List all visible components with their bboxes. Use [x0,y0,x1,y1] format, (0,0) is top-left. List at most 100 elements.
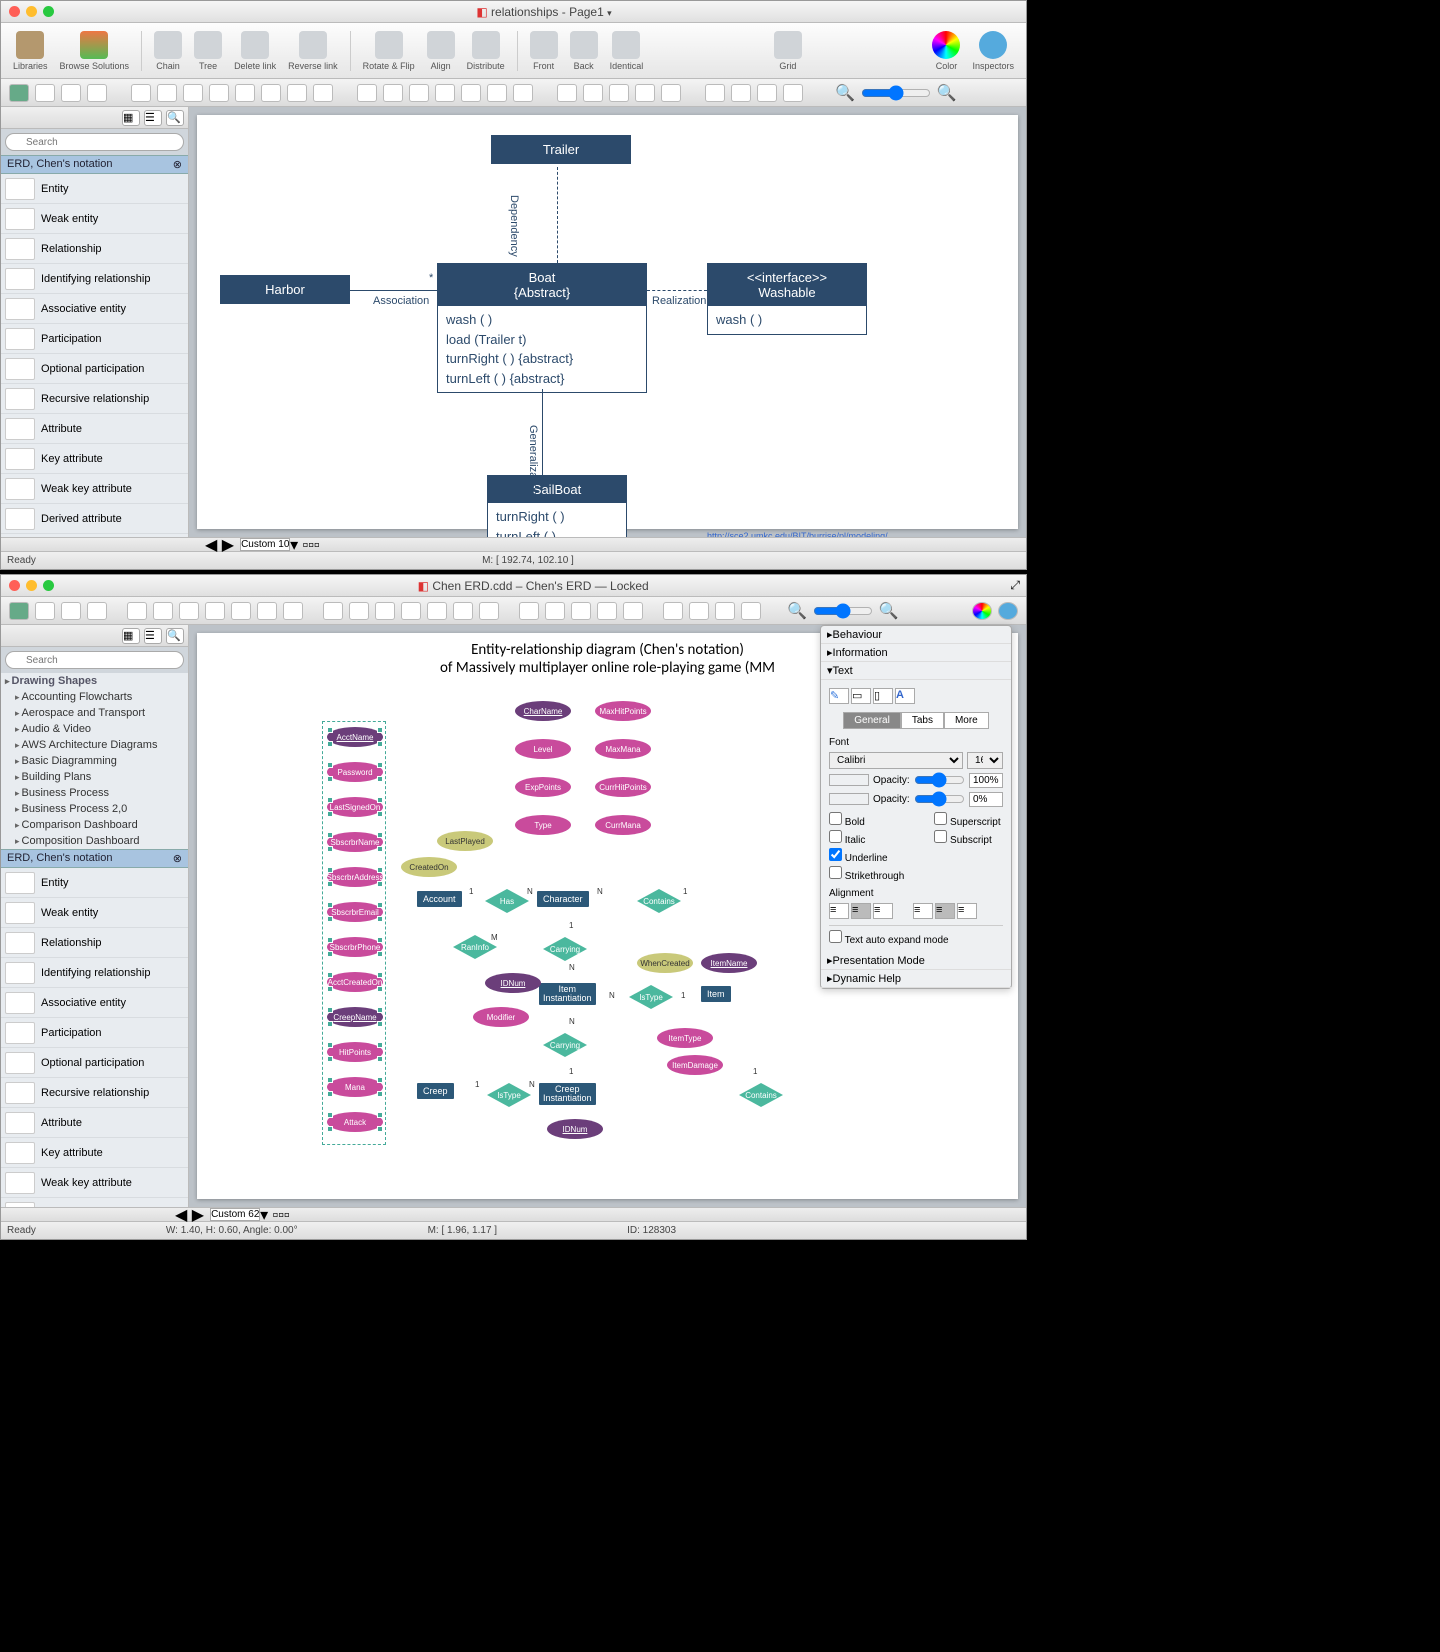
ortho1-icon[interactable] [557,84,577,102]
library-title[interactable]: ERD, Chen's notation⊗ [1,155,188,174]
entity-creep-inst[interactable]: Creep Instantiation [539,1083,596,1105]
list-view-icon[interactable]: ☰ [144,628,162,644]
entity-account[interactable]: Account [417,891,462,907]
c5-icon[interactable] [231,602,251,620]
attr-col3[interactable]: MaxMana [595,739,651,759]
sub-check[interactable] [934,830,947,843]
font-size-select[interactable]: 16 [967,752,1003,769]
lib-item[interactable]: Attribute [1,1108,188,1138]
zoom-minus-icon[interactable]: 🔍 [835,83,855,103]
lib-item[interactable]: Optional participation [1,354,188,384]
rel-contains[interactable]: Contains [637,889,681,913]
rotate-flip-button[interactable]: Rotate & Flip [363,31,415,71]
lib-item[interactable]: Weak key attribute [1,474,188,504]
zoom-plus-icon[interactable]: 🔍 [879,601,899,621]
uml-boat[interactable]: Boat{Abstract} wash ( ) load (Trailer t)… [437,263,647,393]
attr-col3[interactable]: CurrHitPoints [595,777,651,797]
arrow7-icon[interactable] [513,84,533,102]
zoom-slider[interactable] [813,603,873,619]
attr-modifier[interactable]: Modifier [473,1007,529,1027]
o1-icon[interactable] [519,602,539,620]
connector4-icon[interactable] [209,84,229,102]
ortho4-icon[interactable] [635,84,655,102]
attr-col1[interactable]: Password [327,762,383,782]
connector7-icon[interactable] [287,84,307,102]
attr-itemname[interactable]: ItemName [701,953,757,973]
attr-col1[interactable]: Mana [327,1077,383,1097]
arrow3-icon[interactable] [409,84,429,102]
libraries-button[interactable]: Libraries [13,31,48,71]
uml-trailer[interactable]: Trailer [491,135,631,164]
connector5-icon[interactable] [235,84,255,102]
arrow4-icon[interactable] [435,84,455,102]
zoom-icon[interactable] [43,580,54,591]
zoom-minus-icon[interactable]: 🔍 [787,601,807,621]
back-button[interactable]: Back [570,31,598,71]
attr-col1[interactable]: CreepName [327,1007,383,1027]
attr-col2[interactable]: ExpPoints [515,777,571,797]
reverse-link-button[interactable]: Reverse link [288,31,338,71]
lib-item[interactable]: Multivalue attribute [1,534,188,537]
lib-item[interactable]: Relationship [1,234,188,264]
connector8-icon[interactable] [313,84,333,102]
tab-more[interactable]: More [944,712,989,729]
zoom-input[interactable] [240,538,290,551]
o2-icon[interactable] [545,602,565,620]
lib-item[interactable]: Recursive relationship [1,1078,188,1108]
category-item[interactable]: Comparison Dashboard [1,817,188,833]
close-icon[interactable] [9,6,20,17]
inspector-behaviour[interactable]: ▸ Behaviour [821,626,1011,644]
attr-itemtype[interactable]: ItemType [657,1028,713,1048]
zo-icon[interactable] [689,602,709,620]
c7-icon[interactable] [283,602,303,620]
bold-check[interactable] [829,812,842,825]
inspector-text[interactable]: ▾ Text [821,662,1011,680]
align-right-icon[interactable]: ≡ [873,903,893,919]
attr-col1[interactable]: AcctCreatedOn [327,972,383,992]
text-color-icon[interactable]: ✎ [829,688,849,704]
identical-button[interactable]: Identical [610,31,644,71]
strike-check[interactable] [829,866,842,879]
grid-view-icon[interactable]: ▦ [122,110,140,126]
attr-col3[interactable]: CurrMana [595,815,651,835]
attr-col2[interactable]: CharName [515,701,571,721]
grid-view-icon[interactable]: ▦ [122,628,140,644]
ed-icon[interactable] [741,602,761,620]
lib-item[interactable]: Identifying relationship [1,958,188,988]
attr-lastplayed[interactable]: LastPlayed [437,831,493,851]
canvas[interactable]: Trailer Harbor Boat{Abstract} wash ( ) l… [197,115,1018,529]
distribute-button[interactable]: Distribute [467,31,505,71]
attr-col1[interactable]: SbscrbrPhone [327,937,383,957]
font-icon[interactable]: A [895,688,915,704]
front-button[interactable]: Front [530,31,558,71]
line-icon[interactable] [87,84,107,102]
search-icon[interactable]: 🔍 [166,110,184,126]
category-item[interactable]: Business Process 2,0 [1,801,188,817]
category-item[interactable]: Accounting Flowcharts [1,689,188,705]
attr-col3[interactable]: MaxHitPoints [595,701,651,721]
zoom-slider[interactable] [861,85,931,101]
entity-character[interactable]: Character [537,891,589,907]
category-item[interactable]: Audio & Video [1,721,188,737]
hd-icon[interactable] [715,602,735,620]
rel-carrying2[interactable]: Carrying [543,1033,587,1057]
ellipse-icon[interactable] [61,84,81,102]
color-button[interactable]: Color [932,31,960,71]
attr-col1[interactable]: SbscrbrAddress [327,867,383,887]
lib-item[interactable]: Optional participation [1,1048,188,1078]
arrow5-icon[interactable] [461,84,481,102]
zoom-icon[interactable] [43,6,54,17]
italic-check[interactable] [829,830,842,843]
footer-link[interactable]: http://sce2.umkc.edu/BIT/burrise/pl/mode… [707,531,888,537]
connector3-icon[interactable] [183,84,203,102]
lib-item[interactable]: Derived attribute [1,504,188,534]
library-title[interactable]: ERD, Chen's notation⊗ [1,849,188,868]
connector1-icon[interactable] [131,84,151,102]
close-lib-icon[interactable]: ⊗ [173,158,182,171]
a6-icon[interactable] [453,602,473,620]
pointer-icon[interactable] [9,84,29,102]
ortho5-icon[interactable] [661,84,681,102]
arrow6-icon[interactable] [487,84,507,102]
lib-item[interactable]: Weak entity [1,204,188,234]
opacity2-slider[interactable] [914,791,965,807]
